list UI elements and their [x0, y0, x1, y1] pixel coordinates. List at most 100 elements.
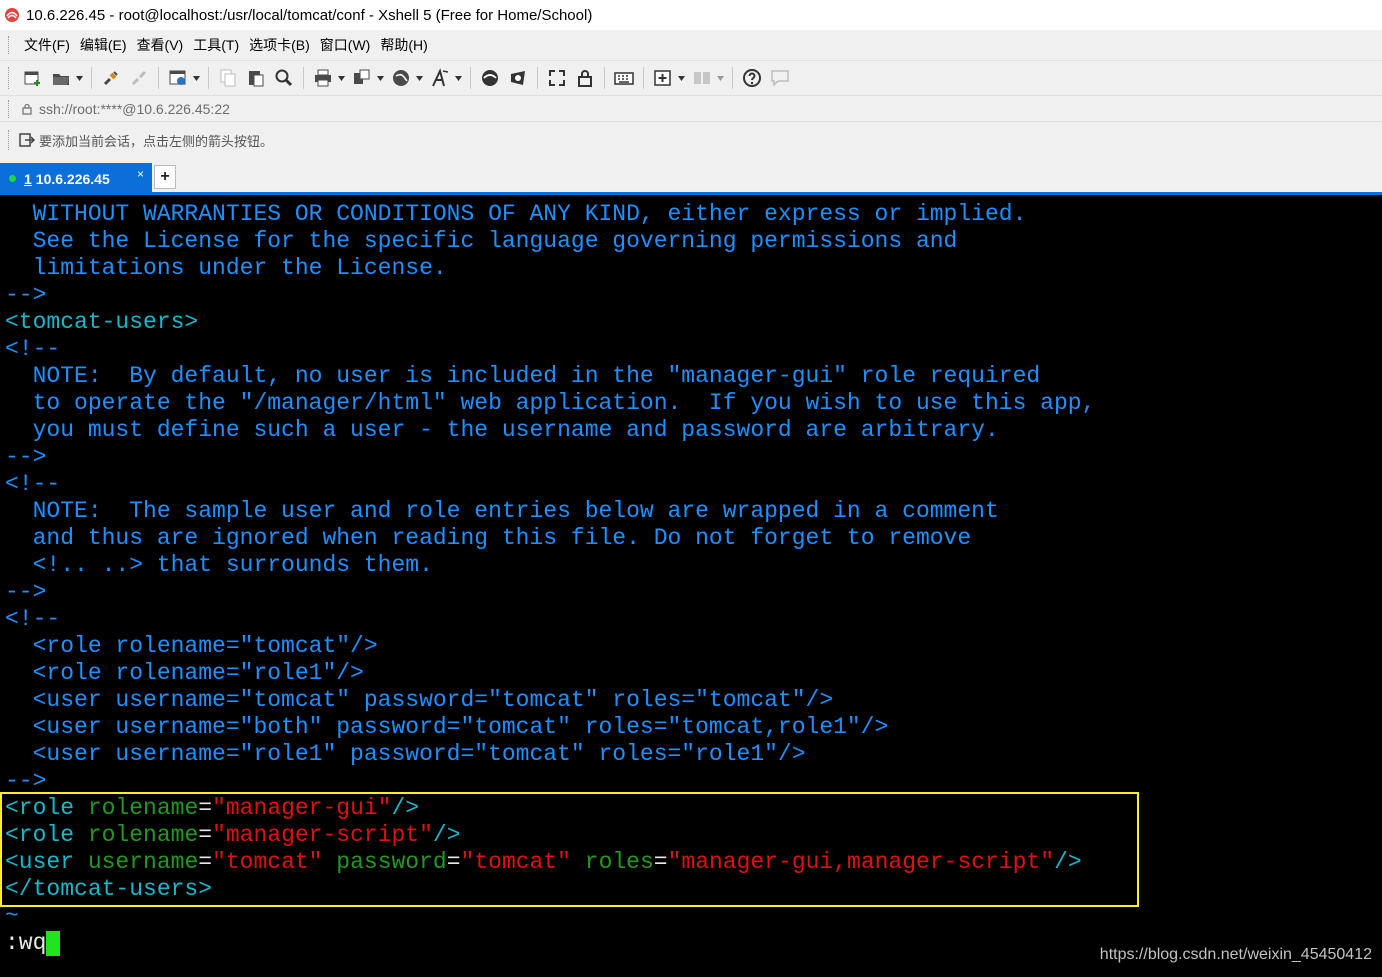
menu-tools[interactable]: 工具(T)	[190, 35, 246, 55]
menu-file[interactable]: 文件(F)	[21, 35, 77, 55]
menu-window[interactable]: 窗口(W)	[317, 35, 378, 55]
menu-tabs[interactable]: 选项卡(B)	[246, 35, 317, 55]
print-dropdown[interactable]	[337, 67, 345, 89]
vim-command-line[interactable]: :wq	[5, 930, 61, 957]
session-properties-button[interactable]	[167, 67, 189, 89]
xftp-button[interactable]	[479, 67, 501, 89]
hint-text: 要添加当前会话，点击左侧的箭头按钮。	[39, 133, 274, 149]
terminal-line: <tomcat-users>	[5, 309, 199, 335]
tab-session-1[interactable]: 1 10.6.226.45 ×	[0, 163, 152, 194]
help-button[interactable]	[741, 67, 763, 89]
open-session-button[interactable]	[50, 67, 72, 89]
chat-button[interactable]	[769, 67, 791, 89]
xmanager-icon	[511, 71, 525, 85]
layout-icon	[694, 72, 710, 84]
transfer-dropdown[interactable]	[376, 67, 384, 89]
chevron-down-icon	[415, 75, 423, 81]
paste-icon	[249, 71, 264, 87]
toolbar-separator	[643, 67, 644, 89]
globe-dropdown[interactable]	[415, 67, 423, 89]
terminal-line: WITHOUT WARRANTIES OR CONDITIONS OF ANY …	[5, 201, 1027, 227]
chevron-down-icon	[192, 75, 200, 81]
chevron-down-icon	[454, 75, 462, 81]
menu-view[interactable]: 查看(V)	[134, 35, 191, 55]
new-session-button[interactable]	[22, 67, 44, 89]
disconnect-icon	[131, 70, 147, 86]
globe-button[interactable]	[390, 67, 412, 89]
new-tab-dropdown[interactable]	[677, 67, 685, 89]
toolbar	[0, 61, 1382, 95]
disconnect-button[interactable]	[128, 67, 150, 89]
terminal-line: <user username="tomcat" password="tomcat…	[5, 687, 834, 713]
address-grip[interactable]	[8, 100, 13, 118]
open-session-dropdown[interactable]	[75, 67, 83, 89]
terminal-line: <user username="role1" password="tomcat"…	[5, 741, 806, 767]
xmanager-button[interactable]	[507, 67, 529, 89]
lock-icon	[578, 70, 592, 87]
toolbar-grip[interactable]	[8, 67, 13, 89]
toolbar-separator	[303, 67, 304, 89]
keyboard-button[interactable]	[613, 67, 635, 89]
terminal-line: <!--	[5, 471, 61, 497]
fullscreen-icon	[549, 70, 565, 86]
add-tab-icon	[654, 70, 671, 86]
connect-button[interactable]	[100, 67, 122, 89]
terminal-line: and thus are ignored when reading this f…	[5, 525, 972, 551]
new-tab-button[interactable]	[652, 67, 674, 89]
terminal-line: <role rolename="tomcat"/>	[5, 633, 378, 659]
terminal-line: <!--	[5, 606, 61, 632]
toolbar-separator	[732, 67, 733, 89]
transfer-button[interactable]	[351, 67, 373, 89]
terminal-line: you must define such a user - the userna…	[5, 417, 999, 443]
add-session-arrow-icon[interactable]	[19, 132, 35, 148]
terminal-area[interactable]: WITHOUT WARRANTIES OR CONDITIONS OF ANY …	[0, 195, 1382, 977]
copy-icon	[220, 69, 236, 87]
terminal-cursor	[46, 931, 61, 956]
hint-grip[interactable]	[8, 130, 13, 150]
toolbar-separator	[604, 67, 605, 89]
terminal-line: <!--	[5, 336, 61, 362]
toolbar-separator	[158, 67, 159, 89]
keyboard-icon	[614, 72, 634, 85]
terminal-line: <role rolename="role1"/>	[5, 660, 364, 686]
tab-bar: 1 10.6.226.45 × +	[0, 157, 1382, 194]
lock-button[interactable]	[574, 67, 596, 89]
vim-command: :wq	[5, 930, 47, 956]
find-button[interactable]	[273, 67, 295, 89]
fullscreen-button[interactable]	[546, 67, 568, 89]
layout-button[interactable]	[691, 67, 713, 89]
print-button[interactable]	[312, 67, 334, 89]
print-icon	[315, 69, 331, 87]
chevron-down-icon	[376, 75, 384, 81]
chat-icon	[771, 70, 789, 87]
menu-grip[interactable]	[8, 36, 13, 54]
session-address[interactable]: ssh://root:****@10.6.226.45:22	[39, 101, 230, 117]
tab-label: 1 10.6.226.45	[24, 171, 110, 187]
terminal-line: See the License for the specific languag…	[5, 228, 958, 254]
search-icon	[275, 69, 293, 87]
connect-icon	[103, 71, 118, 86]
terminal-line: limitations under the License.	[5, 255, 447, 281]
terminal-line: NOTE: The sample user and role entries b…	[5, 498, 999, 524]
terminal-line: -->	[5, 768, 47, 794]
window-title: 10.6.226.45 - root@localhost:/usr/local/…	[26, 6, 593, 24]
add-tab-button[interactable]: +	[154, 165, 176, 189]
font-dropdown[interactable]	[454, 67, 462, 89]
session-hint-bar: 要添加当前会话，点击左侧的箭头按钮。	[0, 121, 1382, 158]
paste-button[interactable]	[245, 67, 267, 89]
menu-edit[interactable]: 编辑(E)	[77, 35, 134, 55]
chevron-down-icon	[677, 75, 685, 81]
layout-dropdown[interactable]	[716, 67, 724, 89]
font-button[interactable]	[429, 67, 451, 89]
menu-help[interactable]: 帮助(H)	[377, 35, 434, 55]
copy-button[interactable]	[217, 67, 239, 89]
terminal-tilde: ~	[5, 903, 19, 929]
terminal-line: <!.. ..> that surrounds them.	[5, 552, 433, 578]
terminal-line: -->	[5, 282, 47, 308]
menu-bar: 文件(F) 编辑(E) 查看(V) 工具(T) 选项卡(B) 窗口(W) 帮助(…	[0, 30, 1382, 61]
terminal-line: to operate the "/manager/html" web appli…	[5, 390, 1096, 416]
properties-dropdown[interactable]	[192, 67, 200, 89]
tab-close-icon[interactable]: ×	[137, 167, 144, 181]
chevron-down-icon	[75, 75, 83, 81]
font-icon	[432, 68, 449, 87]
